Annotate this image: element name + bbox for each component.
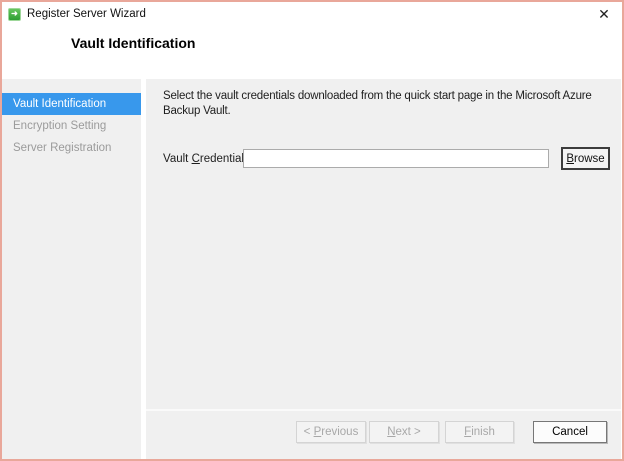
main-panel: Select the vault credentials downloaded … (146, 79, 621, 459)
wizard-steps-sidebar: Vault Identification Encryption Setting … (2, 79, 141, 459)
title-bar[interactable]: ➜ Register Server Wizard ✕ (2, 2, 622, 26)
wizard-app-icon: ➜ (8, 7, 21, 21)
sidebar-item-encryption-setting: Encryption Setting (13, 120, 107, 132)
finish-button: Finish (445, 421, 514, 443)
register-server-wizard-window: ➜ Register Server Wizard ✕ Vault Identif… (0, 0, 624, 461)
sidebar-item-server-registration: Server Registration (13, 142, 112, 154)
next-button: Next > (369, 421, 439, 443)
previous-button: < Previous (296, 421, 366, 443)
cancel-button[interactable]: Cancel (533, 421, 607, 443)
browse-button[interactable]: Browse (561, 147, 610, 170)
sidebar-item-vault-identification: Vault Identification (2, 93, 141, 115)
page-title: Vault Identification (71, 35, 196, 51)
vault-credentials-input[interactable] (243, 149, 549, 168)
instruction-text: Select the vault credentials downloaded … (163, 90, 592, 117)
footer-separator (146, 409, 621, 411)
vault-credentials-label: Vault Credentials: (163, 153, 253, 165)
window-title: Register Server Wizard (27, 8, 146, 20)
close-icon[interactable]: ✕ (594, 4, 614, 24)
